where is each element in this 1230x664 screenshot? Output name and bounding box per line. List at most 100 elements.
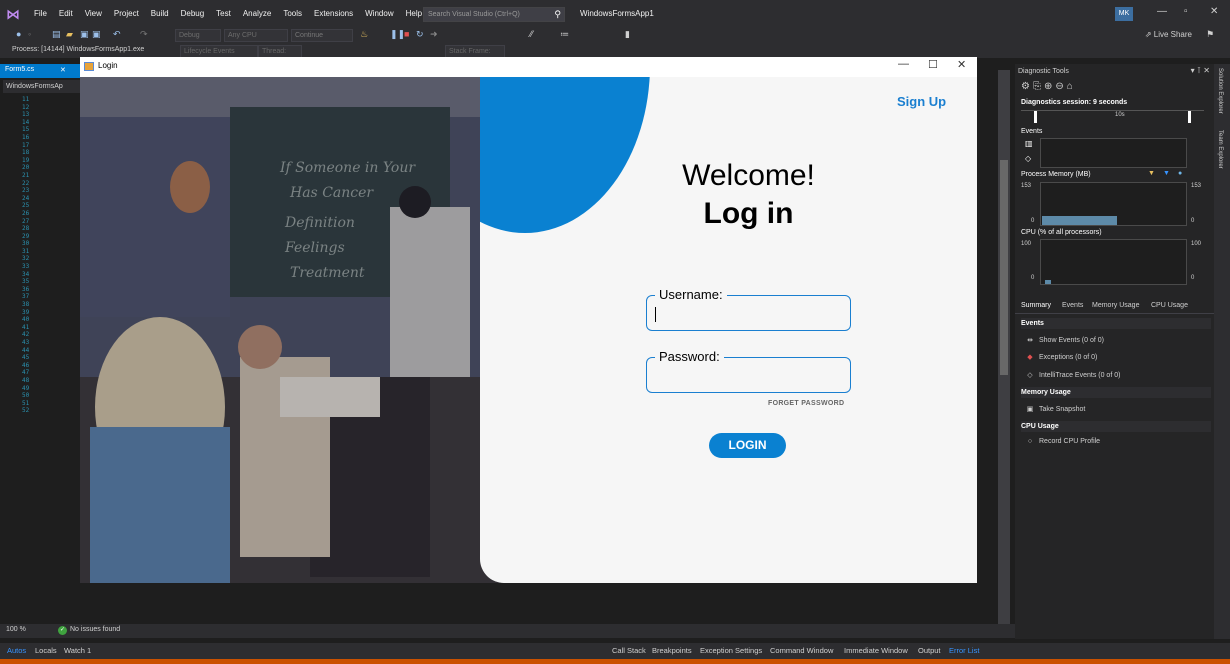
zoom-in-icon[interactable]: ⊕ <box>1044 81 1055 92</box>
back-icon[interactable]: ● <box>16 29 21 39</box>
tab-exception-settings[interactable]: Exception Settings <box>700 646 762 655</box>
memory-graph[interactable] <box>1040 182 1187 226</box>
editor-navigation-select[interactable]: WindowsFormsAp <box>3 80 81 93</box>
break-all-icon[interactable]: ❚❚ <box>390 29 405 40</box>
memory-max-right: 153 <box>1191 183 1202 189</box>
tab-team-explorer[interactable]: Team Explorer <box>1217 130 1223 169</box>
record-cpu-profile-button[interactable]: ○ Record CPU Profile <box>1025 438 1100 445</box>
continue-button[interactable]: Continue <box>291 29 353 42</box>
menu-debug[interactable]: Debug <box>175 0 211 28</box>
login-close-icon[interactable]: ✕ <box>957 58 966 71</box>
save-icon[interactable]: ▣ <box>80 29 89 40</box>
tab-memory-usage[interactable]: Memory Usage <box>1092 302 1139 309</box>
hot-reload-icon[interactable]: ♨ <box>360 29 368 40</box>
settings-icon[interactable]: ⚙ <box>1021 81 1033 92</box>
forward-icon[interactable]: ◦ <box>28 29 31 39</box>
menu-window[interactable]: Window <box>359 0 399 28</box>
tab-call-stack[interactable]: Call Stack <box>612 646 646 655</box>
intellitrace-link[interactable]: ◇ IntelliTrace Events (0 of 0) <box>1025 371 1120 379</box>
show-next-statement-icon[interactable]: ➜ <box>430 29 438 40</box>
line-number: 36 <box>22 285 30 293</box>
redo-icon[interactable]: ↷ <box>140 29 148 40</box>
vs-debug-location-toolbar: Process: [14144] WindowsFormsApp1.exe Li… <box>0 44 1230 58</box>
welcome-heading: Welcome! <box>682 159 815 192</box>
reset-zoom-icon[interactable]: ⌂ <box>1067 81 1076 92</box>
tab-form5[interactable]: Form5.cs ✕ <box>0 64 80 78</box>
password-field[interactable]: Password: <box>646 349 851 393</box>
menu-analyze[interactable]: Analyze <box>237 0 277 28</box>
password-input[interactable] <box>653 368 843 386</box>
maximize-icon[interactable]: ▫ <box>1184 6 1188 17</box>
open-file-icon[interactable]: ▰ <box>66 29 73 40</box>
menu-extensions[interactable]: Extensions <box>308 0 359 28</box>
tab-error-list[interactable]: Error List <box>949 646 979 655</box>
tab-immediate-window[interactable]: Immediate Window <box>844 646 908 655</box>
process-select[interactable]: Process: [14144] WindowsFormsApp1.exe <box>12 46 144 53</box>
events-track[interactable] <box>1040 138 1187 168</box>
tab-locals[interactable]: Locals <box>35 646 57 655</box>
take-snapshot-button[interactable]: ▣ Take Snapshot <box>1025 405 1086 413</box>
undo-icon[interactable]: ↶ <box>113 29 121 40</box>
forget-password-link[interactable]: FORGET PASSWORD <box>768 400 844 407</box>
show-events-link[interactable]: ⇹ Show Events (0 of 0) <box>1025 336 1104 344</box>
menu-build[interactable]: Build <box>145 0 175 28</box>
menu-project[interactable]: Project <box>108 0 145 28</box>
login-maximize-icon[interactable]: ☐ <box>928 58 938 71</box>
side-tool-tabs: Solution Explorer Team Explorer <box>1214 64 1230 639</box>
comment-icon[interactable]: ≔ <box>560 29 569 40</box>
feedback-icon[interactable]: ⚑ <box>1206 29 1214 40</box>
bookmark-icon[interactable]: ▮ <box>625 29 630 40</box>
tab-output[interactable]: Output <box>918 646 941 655</box>
username-field[interactable]: Username: <box>646 287 851 331</box>
sign-up-link[interactable]: Sign Up <box>897 94 946 109</box>
save-all-icon[interactable]: ▣ <box>92 29 101 40</box>
menu-edit[interactable]: Edit <box>53 0 79 28</box>
restart-icon[interactable]: ↻ <box>416 29 424 40</box>
tab-cpu-usage[interactable]: CPU Usage <box>1151 302 1188 309</box>
tab-solution-explorer[interactable]: Solution Explorer <box>1217 68 1223 114</box>
menu-test[interactable]: Test <box>210 0 237 28</box>
menu-file[interactable]: File <box>28 0 53 28</box>
tab-events[interactable]: Events <box>1062 302 1083 309</box>
memory-max-left: 153 <box>1021 183 1032 189</box>
new-project-icon[interactable]: ▤ <box>52 29 61 40</box>
tab-autos[interactable]: Autos <box>7 646 26 655</box>
tab-summary[interactable]: Summary <box>1021 302 1051 309</box>
editor-scroll-thumb[interactable] <box>1000 160 1008 375</box>
user-avatar[interactable]: MK <box>1115 7 1133 21</box>
tab-command-window[interactable]: Command Window <box>770 646 833 655</box>
search-icon[interactable]: ⚲ <box>554 8 561 21</box>
zoom-out-icon[interactable]: ⊖ <box>1055 81 1066 92</box>
login-minimize-icon[interactable]: — <box>898 58 909 70</box>
check-icon: ✓ <box>58 626 67 635</box>
export-icon[interactable]: ⎘ <box>1033 81 1044 92</box>
issues-indicator[interactable]: ✓ No issues found <box>58 626 120 635</box>
timeline-ruler[interactable]: 10s <box>1021 110 1204 123</box>
issues-label: No issues found <box>70 626 121 633</box>
vs-search-input[interactable]: Search Visual Studio (Ctrl+Q) ⚲ <box>423 7 565 22</box>
stop-debugging-icon[interactable]: ■ <box>404 29 409 39</box>
timeline-end-marker[interactable] <box>1188 111 1191 123</box>
configuration-select[interactable]: Debug <box>175 29 221 42</box>
minimize-icon[interactable]: — <box>1157 6 1167 17</box>
username-input[interactable] <box>653 306 843 324</box>
menu-view[interactable]: View <box>79 0 108 28</box>
exceptions-link[interactable]: ◆ Exceptions (0 of 0) <box>1025 353 1097 361</box>
platform-select[interactable]: Any CPU <box>224 29 288 42</box>
live-share-button[interactable]: ⇗ Live Share <box>1145 30 1192 39</box>
edit-filter-icon[interactable]: ⁄⁄ <box>530 29 533 39</box>
zoom-level[interactable]: 100 % <box>6 626 26 633</box>
pin-icon[interactable]: ▾ ⊺ ✕ <box>1191 66 1210 75</box>
cpu-graph[interactable] <box>1040 239 1187 285</box>
login-button[interactable]: LOGIN <box>709 433 786 458</box>
close-icon[interactable]: ✕ <box>1210 6 1218 17</box>
visual-studio-logo-icon[interactable]: ⋈ <box>6 6 22 22</box>
share-icon: ⇗ <box>1144 30 1154 39</box>
login-window-titlebar[interactable]: Login — ☐ ✕ <box>80 57 977 77</box>
tab-breakpoints[interactable]: Breakpoints <box>652 646 692 655</box>
timeline-start-marker[interactable] <box>1034 111 1037 123</box>
menu-tools[interactable]: Tools <box>277 0 308 28</box>
close-tab-icon[interactable]: ✕ <box>60 66 66 74</box>
intellitrace-label: IntelliTrace Events (0 of 0) <box>1039 372 1121 379</box>
tab-watch[interactable]: Watch 1 <box>64 646 91 655</box>
